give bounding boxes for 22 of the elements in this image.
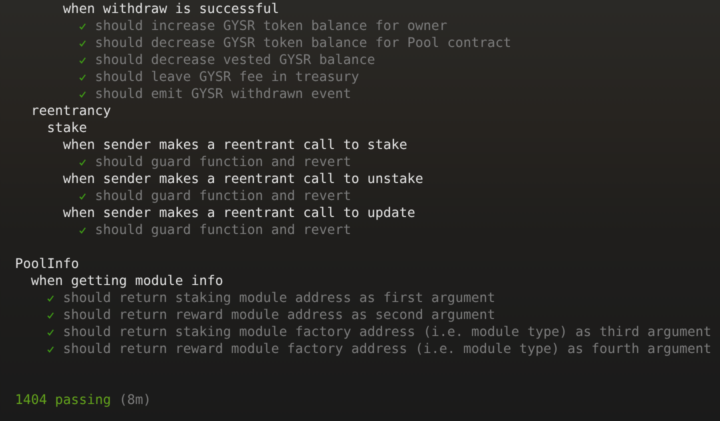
suite-title: when withdraw is successful xyxy=(63,1,280,18)
duration: (8m) xyxy=(119,392,152,409)
test-title: should return reward module factory address (i.e. module type) as fourth argument xyxy=(63,341,712,358)
suite-title: when sender makes a reentrant call to update xyxy=(63,205,416,222)
test-title: should leave GYSR fee in treasury xyxy=(95,69,360,86)
suite-title: when sender makes a reentrant call to stake xyxy=(63,137,408,154)
test-title: should return staking module address as first argument xyxy=(63,290,496,307)
suite-title: reentrancy xyxy=(31,103,112,120)
test-title: should emit GYSR withdrawn event xyxy=(95,86,352,103)
passing-count: 1404 passing xyxy=(15,392,112,409)
test-title: should increase GYSR token balance for owner xyxy=(95,18,448,35)
test-title: should return reward module address as second argument xyxy=(63,307,496,324)
test-title: should guard function and revert xyxy=(95,154,352,171)
test-title: should guard function and revert xyxy=(95,222,352,239)
test-title: should decrease vested GYSR balance xyxy=(95,52,376,69)
test-title: should guard function and revert xyxy=(95,188,352,205)
suite-title: PoolInfo xyxy=(15,256,80,273)
suite-title: when sender makes a reentrant call to unstake xyxy=(63,171,424,188)
test-title: should decrease GYSR token balance for Pool contract xyxy=(95,35,512,52)
suite-title: stake xyxy=(47,120,88,137)
suite-title: when getting module info xyxy=(31,273,224,290)
test-title: should return staking module factory address (i.e. module type) as third argument xyxy=(63,324,712,341)
